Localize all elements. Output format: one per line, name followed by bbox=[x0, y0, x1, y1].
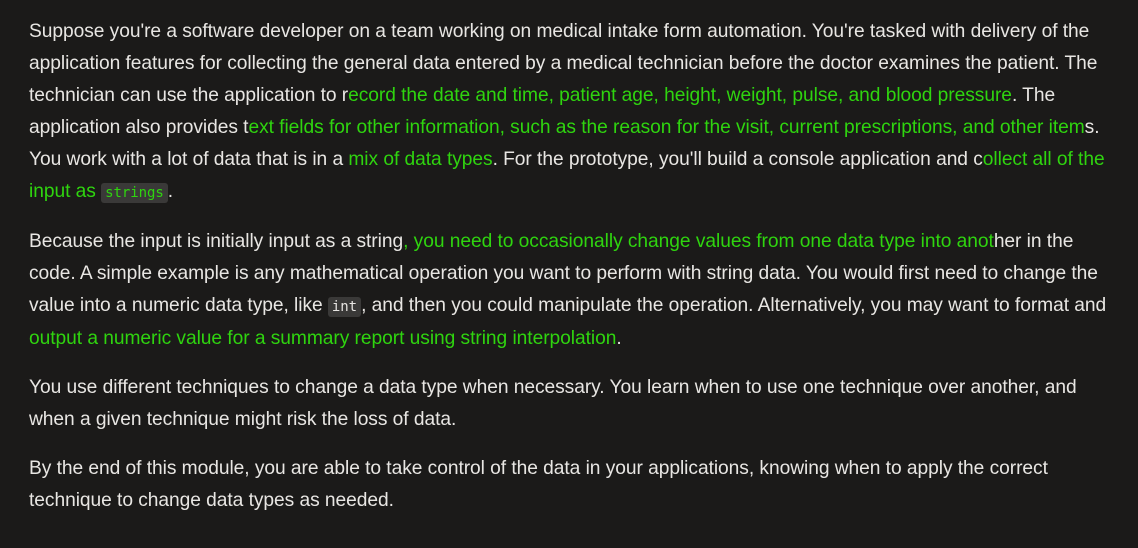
highlighted-text: output a numeric value for a summary rep… bbox=[29, 328, 617, 349]
paragraph-techniques: You use different techniques to change a… bbox=[29, 372, 1114, 436]
inline-code-strings: strings bbox=[101, 183, 168, 203]
text-segment: , and then you could manipulate the oper… bbox=[361, 295, 1107, 316]
text-segment: Because the input is initially input as … bbox=[29, 231, 404, 252]
highlighted-text: ecord the date and time, patient age, he… bbox=[348, 85, 1012, 106]
highlighted-text: mix of data types bbox=[348, 149, 493, 170]
paragraph-outcome: By the end of this module, you are able … bbox=[29, 453, 1114, 517]
text-segment: By the end of this module, you are able … bbox=[29, 458, 1048, 511]
text-segment: . bbox=[167, 181, 174, 202]
text-segment: . bbox=[616, 328, 622, 349]
text-segment: You use different techniques to change a… bbox=[29, 377, 1077, 430]
inline-code-int: int bbox=[327, 297, 362, 317]
text-segment: . For the prototype, you'll build a cons… bbox=[492, 149, 983, 170]
article-body: Suppose you're a software developer on a… bbox=[0, 0, 1138, 517]
paragraph-scenario: Suppose you're a software developer on a… bbox=[29, 16, 1114, 209]
highlighted-text: ext fields for other information, such a… bbox=[248, 117, 1085, 138]
paragraph-conversion: Because the input is initially input as … bbox=[29, 226, 1114, 355]
highlighted-text: , you need to occasionally change values… bbox=[403, 231, 994, 252]
